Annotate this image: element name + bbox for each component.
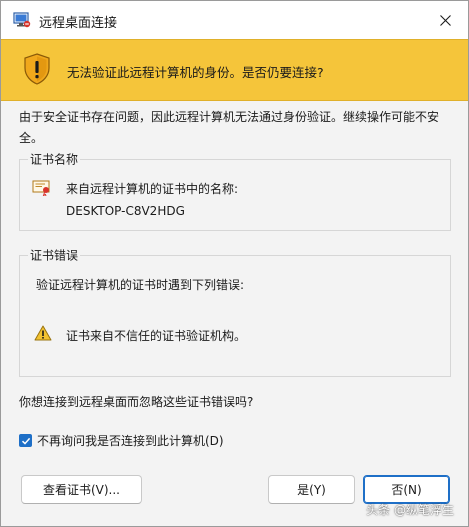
cert-error-item: 证书来自不信任的证书验证机构。 xyxy=(66,329,247,343)
cert-error-group: 证书错误 验证远程计算机的证书时遇到下列错误: 证书来自不信任的证书验证机构。 xyxy=(19,246,451,377)
warning-message: 无法验证此远程计算机的身份。是否仍要连接? xyxy=(67,65,324,80)
cert-name-group-title: 证书名称 xyxy=(28,150,81,168)
remote-desktop-icon xyxy=(13,12,31,28)
security-shield-warning-icon xyxy=(23,53,51,85)
description-text: 由于安全证书存在问题，因此远程计算机无法通过身份验证。继续操作可能不安全。 xyxy=(19,110,440,145)
warning-triangle-icon xyxy=(34,325,52,341)
yes-button[interactable]: 是(Y) xyxy=(268,475,355,504)
close-button[interactable] xyxy=(422,1,468,39)
cert-error-group-title: 证书错误 xyxy=(28,246,81,264)
cert-name-value: DESKTOP-C8V2HDG xyxy=(66,204,185,218)
no-button[interactable]: 否(N) xyxy=(363,475,450,504)
confirm-question: 你想连接到远程桌面而忽略这些证书错误吗? xyxy=(19,395,254,409)
cert-name-label: 来自远程计算机的证书中的名称: xyxy=(66,182,239,196)
title-bar: 远程桌面连接 xyxy=(1,1,468,39)
cert-name-group: 证书名称 来自远程计算机的证书中的名称: DESKTOP-C8V2HDG xyxy=(19,150,451,231)
checkbox-checked[interactable] xyxy=(19,434,32,447)
watermark-text: 头条 @纵笔浮生 xyxy=(366,503,454,517)
certificate-icon xyxy=(32,180,52,197)
close-icon xyxy=(439,14,451,26)
dont-ask-again-checkbox[interactable]: 不再询问我是否连接到此计算机(D) xyxy=(19,432,224,449)
warning-banner: 无法验证此远程计算机的身份。是否仍要连接? xyxy=(1,39,468,101)
view-certificate-button[interactable]: 查看证书(V)... xyxy=(21,475,142,504)
checkmark-icon xyxy=(21,437,30,445)
cert-error-intro: 验证远程计算机的证书时遇到下列错误: xyxy=(36,278,245,292)
dont-ask-again-label: 不再询问我是否连接到此计算机(D) xyxy=(37,434,224,448)
window-title: 远程桌面连接 xyxy=(39,16,118,31)
remote-desktop-dialog: 远程桌面连接 无法验证此远程计算机的身份。是否仍要连接? 由于安全证书存在问题，… xyxy=(0,0,469,527)
